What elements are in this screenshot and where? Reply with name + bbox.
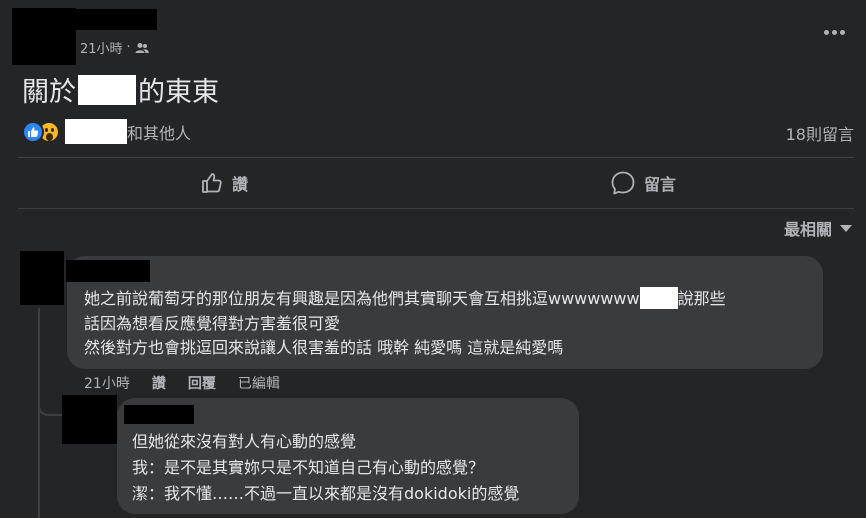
post-title-suffix: 的東東 <box>138 77 219 108</box>
reply-text: 但她從來沒有對人有心動的感覺 我：是不是其實妳只是不知道自己有心動的感覺？ 潔：… <box>132 429 519 507</box>
comment-time[interactable]: 21小時 <box>84 373 130 393</box>
meta-separator: · <box>126 40 131 55</box>
comment-count[interactable]: 18則留言 <box>786 121 854 145</box>
sort-label: 最相關 <box>783 220 832 239</box>
reply-author-name[interactable] <box>124 405 194 424</box>
thread-line <box>38 308 40 518</box>
reply-line: 但她從來沒有對人有心動的感覺 <box>132 432 357 451</box>
more-options-button[interactable] <box>822 22 846 42</box>
divider-bottom <box>18 208 854 209</box>
post-meta: 21小時 · <box>80 38 149 57</box>
more-dots-icon <box>823 29 829 35</box>
reactors-others-text[interactable]: 和其他人 <box>127 120 191 144</box>
reply-connector <box>38 396 64 416</box>
post-title-prefix: 關於 <box>22 77 76 108</box>
reaction-summary[interactable]: 和其他人 <box>22 119 191 144</box>
reply-line: 我：是不是其實妳只是不知道自己有心動的感覺？ <box>132 458 485 477</box>
comment-bubble-icon <box>611 171 635 195</box>
comment-edited-label: 已編輯 <box>237 376 280 392</box>
post-author-avatar[interactable] <box>12 8 76 65</box>
reply-line: 潔：我不懂……不過一直以來都是沒有dokidoki的感覺 <box>132 484 520 503</box>
comment-reply-button[interactable]: 回覆 <box>188 373 216 393</box>
title-redaction <box>78 74 136 105</box>
comment-text: 她之前說葡萄牙的那位朋友有興趣是因為他們其實聊天會互相挑逗wwwwwww 說那些 … <box>84 287 726 361</box>
commenter-name[interactable] <box>66 260 150 282</box>
post-title: 關於 的東東 <box>22 70 219 109</box>
thumbs-up-icon <box>202 173 222 193</box>
comment-button[interactable]: 留言 <box>610 168 676 198</box>
comment-like-button[interactable]: 讚 <box>152 373 166 393</box>
comment-line: 她之前說葡萄牙的那位朋友有興趣是因為他們其實聊天會互相挑逗wwwwwww 說那些 <box>84 287 726 309</box>
like-button-label: 讚 <box>232 175 249 194</box>
like-button[interactable]: 讚 <box>200 168 248 198</box>
sort-comments-button[interactable]: 最相關 <box>784 216 852 240</box>
comment-line: 話因為想看反應覺得對方害羞很可愛 <box>84 313 341 333</box>
text-redaction <box>639 287 678 309</box>
comment-actions: 21小時 讚 回覆 已編輯 <box>84 373 280 393</box>
friends-icon[interactable] <box>135 42 149 54</box>
reactor-name-redaction <box>65 119 127 144</box>
post-author-name[interactable] <box>72 9 157 30</box>
caret-down-icon <box>840 224 852 232</box>
reply-avatar[interactable] <box>62 395 117 444</box>
like-icon <box>22 120 44 143</box>
comment-line: 然後對方也會挑逗回來說讓人很害羞的話 哦幹 純愛嗎 這就是純愛嗎 <box>84 338 564 357</box>
comment-button-label: 留言 <box>644 175 677 194</box>
divider-top <box>18 157 854 158</box>
post-time[interactable]: 21小時 <box>80 38 123 57</box>
commenter-avatar[interactable] <box>20 251 64 305</box>
